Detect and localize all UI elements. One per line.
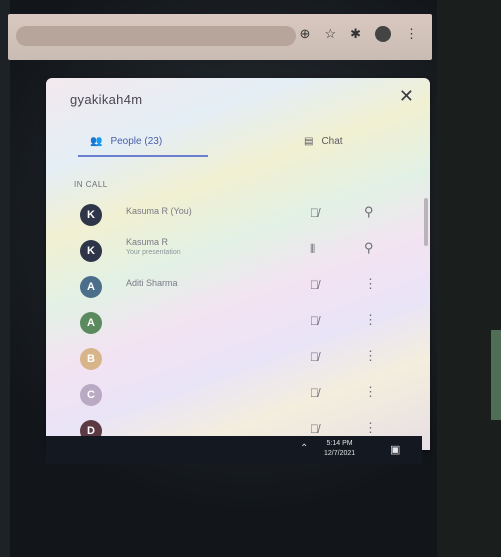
avatar: B bbox=[80, 348, 102, 370]
people-panel: gyakikah4m ✕ 👥 People (23) ▤ Chat IN CAL… bbox=[46, 78, 430, 450]
tab-people-label: People (23) bbox=[110, 135, 163, 147]
pin-icon[interactable]: ⚲ bbox=[364, 240, 374, 256]
mic-off-icon[interactable]: 🎙̸ bbox=[310, 422, 319, 436]
section-label: IN CALL bbox=[74, 180, 108, 189]
mic-off-icon[interactable]: 🎙̸ bbox=[310, 314, 319, 328]
more-vert-icon[interactable]: ⋮ bbox=[364, 312, 377, 328]
more-vert-icon[interactable]: ⋮ bbox=[364, 384, 377, 400]
tab-chat[interactable]: ▤ Chat bbox=[304, 128, 343, 154]
more-vert-icon[interactable]: ⋮ bbox=[364, 420, 377, 436]
people-icon: 👥 bbox=[90, 135, 103, 147]
star-icon[interactable]: ☆ bbox=[324, 26, 336, 42]
taskbar-clock[interactable]: 5:14 PM 12/7/2021 bbox=[324, 439, 355, 459]
browser-toolbar-icons: ⊕ ☆ ✱ ⋮ bbox=[300, 26, 418, 42]
tab-people[interactable]: 👥 People (23) bbox=[90, 128, 162, 154]
address-bar[interactable] bbox=[16, 26, 296, 46]
browser-toolbar: ⊕ ☆ ✱ ⋮ bbox=[8, 14, 432, 60]
participant-name: Kasuma R bbox=[126, 237, 169, 247]
panel-tabs: 👥 People (23) ▤ Chat bbox=[46, 122, 430, 157]
chat-icon: ▤ bbox=[304, 135, 314, 147]
participant-name: Aditi Sharma bbox=[126, 278, 178, 288]
participant-subtitle: Your presentation bbox=[126, 249, 181, 256]
mic-off-icon[interactable]: 🎙̸ bbox=[310, 278, 319, 292]
background-strip bbox=[491, 330, 501, 420]
avatar: A bbox=[80, 276, 102, 298]
close-icon[interactable]: ✕ bbox=[399, 86, 414, 107]
background-window bbox=[437, 0, 501, 557]
participant-row[interactable]: K Kasuma R Your presentation ⦀ ⚲ bbox=[46, 234, 430, 270]
participant-row[interactable]: A 🎙̸ ⋮ bbox=[46, 306, 430, 342]
avatar: K bbox=[80, 204, 102, 226]
more-vert-icon[interactable]: ⋮ bbox=[364, 276, 377, 292]
taskbar: ⌃ 5:14 PM 12/7/2021 ▣ bbox=[46, 436, 422, 464]
photo-frame: ⊕ ☆ ✱ ⋮ gyakikah4m ✕ 👥 People (23) ▤ Cha… bbox=[0, 0, 501, 557]
avatar: C bbox=[80, 384, 102, 406]
mic-off-icon[interactable]: 🎙̸ bbox=[310, 386, 319, 400]
active-tab-indicator bbox=[78, 155, 208, 157]
scrollbar[interactable] bbox=[424, 198, 428, 246]
mic-off-icon[interactable]: 🎙̸ bbox=[310, 350, 319, 364]
chevron-up-icon[interactable]: ⌃ bbox=[300, 443, 308, 454]
mic-off-icon[interactable]: 🎙̸ bbox=[310, 206, 319, 220]
avatar: A bbox=[80, 312, 102, 334]
zoom-icon[interactable]: ⊕ bbox=[300, 26, 311, 42]
pin-icon[interactable]: ⚲ bbox=[364, 204, 374, 220]
tab-chat-label: Chat bbox=[321, 135, 343, 147]
extension-icon[interactable]: ✱ bbox=[350, 26, 361, 42]
menu-icon[interactable]: ⋮ bbox=[405, 26, 418, 42]
participant-row[interactable]: B 🎙̸ ⋮ bbox=[46, 342, 430, 378]
participant-list: K Kasuma R (You) 🎙̸ ⚲ K Kasuma R Your pr… bbox=[46, 198, 430, 450]
profile-avatar[interactable] bbox=[375, 26, 391, 42]
participant-name: Kasuma R (You) bbox=[126, 206, 192, 216]
avatar: K bbox=[80, 240, 102, 262]
speaking-icon[interactable]: ⦀ bbox=[310, 242, 315, 257]
taskbar-time: 5:14 PM bbox=[326, 440, 353, 447]
participant-row[interactable]: A Aditi Sharma 🎙̸ ⋮ bbox=[46, 270, 430, 306]
panel-title: gyakikah4m bbox=[70, 92, 143, 107]
participant-row[interactable]: K Kasuma R (You) 🎙̸ ⚲ bbox=[46, 198, 430, 234]
notification-icon[interactable]: ▣ bbox=[390, 443, 400, 456]
taskbar-date: 12/7/2021 bbox=[324, 450, 356, 457]
more-vert-icon[interactable]: ⋮ bbox=[364, 348, 377, 364]
participant-row[interactable]: C 🎙̸ ⋮ bbox=[46, 378, 430, 414]
photo-edge bbox=[0, 0, 10, 557]
